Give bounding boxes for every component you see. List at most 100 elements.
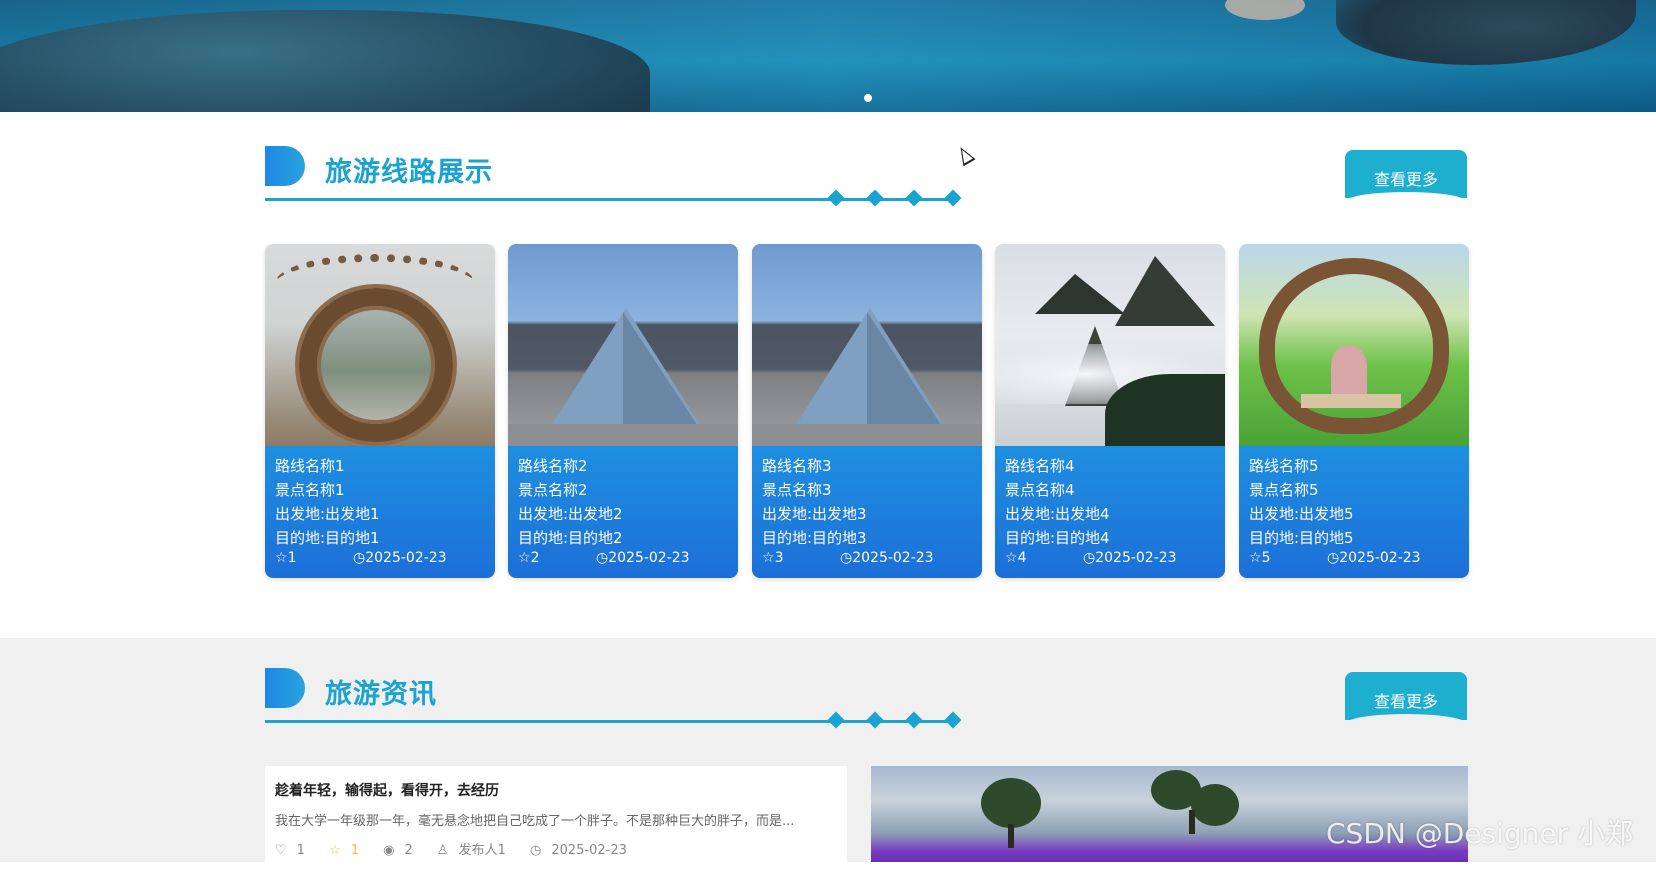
news-item[interactable]: 趁着年轻，输得起，看得开，去经历 我在大学一年级那一年，毫无悬念地把自己吃成了一… [265, 766, 847, 876]
tree [981, 778, 1041, 828]
favorite-count: ☆1 [275, 550, 296, 566]
publisher-value: 发布人1 [458, 843, 506, 858]
woven-ring [299, 288, 453, 442]
diamond-icon [905, 711, 923, 729]
children [1331, 346, 1367, 398]
diamond-icon [944, 711, 962, 729]
route-image[interactable] [995, 244, 1225, 446]
favorite-count: ☆5 [1249, 550, 1270, 566]
route-date-value: 2025-02-23 [852, 550, 934, 566]
route-image[interactable] [508, 244, 738, 446]
pyramid-shade [867, 312, 947, 434]
route-info: 路线名称2 景点名称2 出发地:出发地2 目的地:目的地2 ☆2 ◷2025-0… [508, 446, 738, 578]
star-icon: ☆ [275, 550, 288, 566]
like-count-value: 1 [296, 843, 305, 858]
news-more-button[interactable]: 查看更多 [1345, 672, 1467, 724]
route-info: 路线名称4 景点名称4 出发地:出发地4 目的地:目的地4 ☆4 ◷2025-0… [995, 446, 1225, 578]
star-icon: ☆ [329, 843, 341, 858]
route-date-value: 2025-02-23 [365, 550, 447, 566]
destination: 目的地:目的地1 [275, 529, 380, 547]
section-divider [265, 720, 955, 723]
diamond-icon [905, 189, 923, 207]
spot-name: 景点名称4 [1005, 481, 1075, 499]
news-date-value: 2025-02-23 [551, 843, 627, 858]
tree-trunk [1008, 824, 1014, 848]
hero-banner [0, 0, 1656, 112]
route-name: 路线名称3 [762, 457, 832, 475]
clock-icon: ◷ [1083, 550, 1096, 566]
favorite-count-value: 2 [530, 550, 540, 566]
route-image[interactable] [265, 244, 495, 446]
route-name: 路线名称5 [1249, 457, 1319, 475]
route-date: ◷2025-02-23 [596, 550, 690, 566]
star-icon: ☆ [1249, 550, 1262, 566]
departure: 出发地:出发地3 [762, 505, 867, 523]
section-badge-icon [265, 668, 305, 708]
news-meta: ♡ 1 ☆ 1 ◉ 2 ♙ 发布人1 ◷ 2025-02-23 [275, 839, 837, 858]
spot-name: 景点名称1 [275, 481, 345, 499]
tree-trunk [1189, 810, 1195, 834]
route-info: 路线名称1 景点名称1 出发地:出发地1 目的地:目的地1 ☆1 ◷2025-0… [265, 446, 495, 578]
route-name: 路线名称2 [518, 457, 588, 475]
diamond-icon [944, 189, 962, 207]
departure: 出发地:出发地2 [518, 505, 623, 523]
carousel-dot[interactable] [864, 94, 872, 102]
news-section-header: 旅游资讯 查看更多 [265, 668, 1467, 729]
diamond-icon [827, 711, 845, 729]
route-meta: ☆2 ◷2025-02-23 [518, 550, 728, 568]
route-card[interactable]: 路线名称4 景点名称4 出发地:出发地4 目的地:目的地4 ☆4 ◷2025-0… [995, 244, 1225, 578]
routes-more-button[interactable]: 查看更多 [1345, 150, 1467, 202]
spot-name: 景点名称3 [762, 481, 832, 499]
favorite-count: ☆4 [1005, 550, 1026, 566]
favorite-count-value: 3 [774, 550, 784, 566]
section-divider [265, 198, 955, 201]
departure: 出发地:出发地1 [275, 505, 380, 523]
ground [752, 424, 982, 446]
route-date: ◷2025-02-23 [840, 550, 934, 566]
publisher: ♙ 发布人1 [437, 843, 516, 858]
peak [1035, 274, 1125, 314]
route-card-list: 路线名称1 景点名称1 出发地:出发地1 目的地:目的地1 ☆1 ◷2025-0… [265, 244, 1469, 578]
routes-section-title: 旅游线路展示 [325, 157, 493, 188]
news-title[interactable]: 趁着年轻，输得起，看得开，去经历 [275, 780, 837, 800]
view-count: ◉ 2 [383, 843, 423, 858]
ground [508, 424, 738, 446]
route-meta: ☆5 ◷2025-02-23 [1249, 550, 1459, 568]
thumbs-up-icon: ♡ [275, 843, 287, 858]
view-count-value: 2 [404, 843, 413, 858]
route-name: 路线名称1 [275, 457, 345, 475]
news-excerpt: 我在大学一年级那一年，毫无悬念地把自己吃成了一个胖子。不是那种巨大的胖子，而是.… [275, 814, 795, 829]
route-date: ◷2025-02-23 [1327, 550, 1421, 566]
route-meta: ☆1 ◷2025-02-23 [275, 550, 485, 568]
spot-name: 景点名称5 [1249, 481, 1319, 499]
route-meta: ☆4 ◷2025-02-23 [1005, 550, 1215, 568]
route-card[interactable]: 路线名称3 景点名称3 出发地:出发地3 目的地:目的地3 ☆3 ◷2025-0… [752, 244, 982, 578]
route-info: 路线名称5 景点名称5 出发地:出发地5 目的地:目的地5 ☆5 ◷2025-0… [1239, 446, 1469, 578]
star-icon: ☆ [762, 550, 775, 566]
favorite-count: ☆3 [762, 550, 783, 566]
route-card[interactable]: 路线名称1 景点名称1 出发地:出发地1 目的地:目的地1 ☆1 ◷2025-0… [265, 244, 495, 578]
tree [1191, 784, 1239, 826]
route-image[interactable] [752, 244, 982, 446]
favorite-count-value: 4 [1017, 550, 1027, 566]
peak [1115, 256, 1215, 326]
clock-icon: ◷ [530, 843, 542, 858]
diamond-icon [866, 711, 884, 729]
eye-icon: ◉ [383, 843, 395, 858]
departure: 出发地:出发地5 [1249, 505, 1354, 523]
route-card[interactable]: 路线名称5 景点名称5 出发地:出发地5 目的地:目的地5 ☆5 ◷2025-0… [1239, 244, 1469, 578]
routes-section-header: 旅游线路展示 查看更多 [265, 146, 1467, 207]
route-image[interactable] [1239, 244, 1469, 446]
favorite-count-value: 1 [287, 550, 297, 566]
route-card[interactable]: 路线名称2 景点名称2 出发地:出发地2 目的地:目的地2 ☆2 ◷2025-0… [508, 244, 738, 578]
news-section-title: 旅游资讯 [325, 679, 437, 710]
like-count: ♡ 1 [275, 843, 315, 858]
star-icon: ☆ [518, 550, 531, 566]
favorite-count-value: 1 [350, 843, 360, 858]
pyramid-shade [623, 312, 703, 434]
route-meta: ☆3 ◷2025-02-23 [762, 550, 972, 568]
route-date-value: 2025-02-23 [1339, 550, 1421, 566]
favorite-count: ☆2 [518, 550, 539, 566]
route-date-value: 2025-02-23 [608, 550, 690, 566]
swing-seat [1301, 394, 1401, 408]
